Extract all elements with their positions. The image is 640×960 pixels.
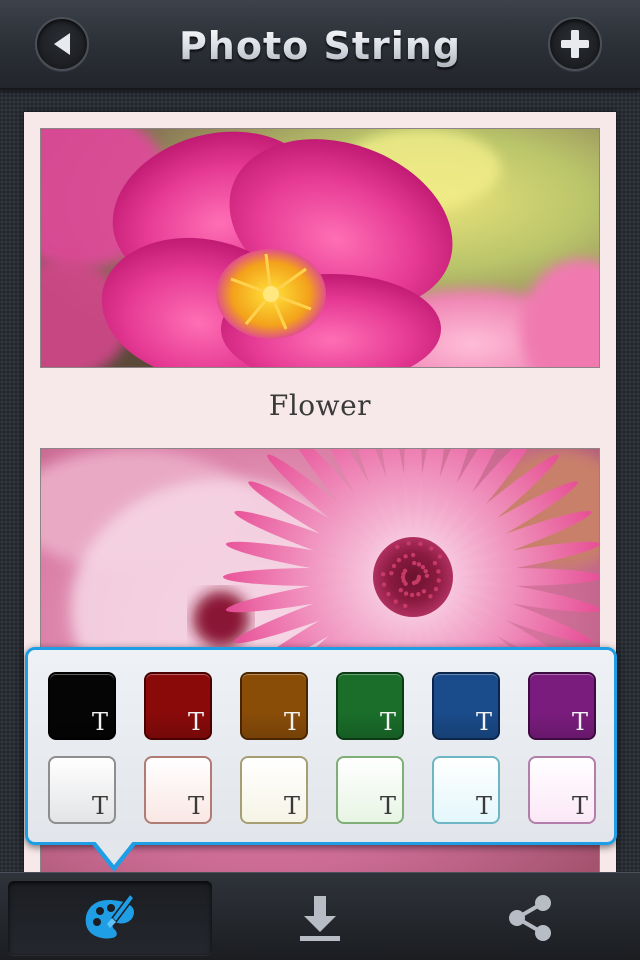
text-glyph: T <box>571 792 588 820</box>
tab-bar <box>0 872 640 960</box>
share-icon <box>509 895 551 941</box>
text-glyph: T <box>475 708 492 736</box>
text-glyph: T <box>475 792 492 820</box>
popover-arrow-inner <box>94 840 134 865</box>
text-glyph: T <box>571 708 588 736</box>
color-swatch-light-lavender[interactable]: T <box>528 756 596 824</box>
text-glyph: T <box>283 792 300 820</box>
paint-palette-icon <box>85 892 135 939</box>
color-swatch-light-cyan[interactable]: T <box>432 756 500 824</box>
text-glyph: T <box>187 792 204 820</box>
tab-share[interactable] <box>428 881 632 955</box>
text-glyph: T <box>379 792 396 820</box>
color-swatch-light-cream[interactable]: T <box>240 756 308 824</box>
tab-download[interactable] <box>218 881 422 955</box>
text-glyph: T <box>91 792 108 820</box>
color-swatch-blue[interactable]: T <box>432 672 500 740</box>
text-glyph: T <box>91 708 108 736</box>
photo-caption[interactable]: Flower <box>24 384 616 428</box>
add-button[interactable] <box>548 17 602 71</box>
color-swatch-brown[interactable]: T <box>240 672 308 740</box>
color-swatch-purple[interactable]: T <box>528 672 596 740</box>
text-glyph: T <box>379 708 396 736</box>
text-glyph: T <box>283 708 300 736</box>
app-title: Photo String <box>120 22 520 70</box>
color-swatch-light-gray[interactable]: T <box>48 756 116 824</box>
tab-paint[interactable] <box>8 881 212 955</box>
flower-photo-image <box>41 129 599 367</box>
color-swatch-light-green[interactable]: T <box>336 756 404 824</box>
download-icon <box>300 896 340 941</box>
photo-flower[interactable] <box>40 128 600 368</box>
back-arrow-icon <box>54 33 70 55</box>
color-swatch-black[interactable]: T <box>48 672 116 740</box>
color-swatch-light-pink[interactable]: T <box>144 756 212 824</box>
color-swatch-green[interactable]: T <box>336 672 404 740</box>
back-button[interactable] <box>35 17 89 71</box>
text-glyph: T <box>187 708 204 736</box>
plus-icon <box>561 30 589 58</box>
color-swatch-dark-red[interactable]: T <box>144 672 212 740</box>
navigation-bar: Photo String <box>0 0 640 90</box>
